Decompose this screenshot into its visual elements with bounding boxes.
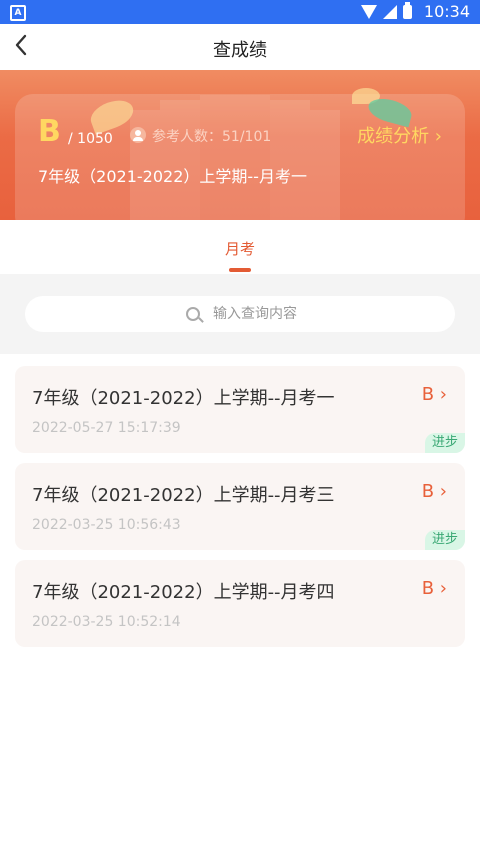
exam-grade[interactable]: B › bbox=[422, 481, 447, 502]
score-summary-banner: B / 1050 参考人数：51/101 成绩分析 › 7年级（2021-202… bbox=[0, 70, 480, 220]
exam-list-item[interactable]: 7年级（2021-2022）上学期--月考三 2022-03-25 10:56:… bbox=[15, 463, 465, 550]
exam-name: 7年级（2021-2022）上学期--月考一 bbox=[32, 388, 335, 409]
exam-name: 7年级（2021-2022）上学期--月考三 bbox=[32, 485, 335, 506]
active-tab-indicator bbox=[229, 268, 251, 272]
participants-count: 参考人数：51/101 bbox=[152, 129, 272, 145]
exam-date: 2022-03-25 10:52:14 bbox=[32, 614, 181, 630]
progress-badge: 进步 bbox=[425, 530, 465, 550]
title-bar: 查成绩 bbox=[0, 24, 480, 71]
tab-monthly-exam[interactable]: 月考 bbox=[0, 238, 480, 259]
current-exam-name: 7年级（2021-2022）上学期--月考一 bbox=[38, 167, 307, 186]
status-bar: A 10:34 bbox=[0, 0, 480, 24]
exam-list-item[interactable]: 7年级（2021-2022）上学期--月考四 2022-03-25 10:52:… bbox=[15, 560, 465, 647]
exam-grade[interactable]: B › bbox=[422, 578, 447, 599]
wifi-icon bbox=[361, 5, 377, 19]
exam-list-item[interactable]: 7年级（2021-2022）上学期--月考一 2022-05-27 15:17:… bbox=[15, 366, 465, 453]
search-icon bbox=[186, 307, 200, 321]
exam-date: 2022-05-27 15:17:39 bbox=[32, 420, 181, 436]
progress-badge: 进步 bbox=[425, 433, 465, 453]
search-input[interactable] bbox=[213, 304, 433, 324]
search-section bbox=[0, 274, 480, 354]
status-time: 10:34 bbox=[423, 2, 470, 21]
exam-list: 7年级（2021-2022）上学期--月考一 2022-05-27 15:17:… bbox=[0, 354, 480, 853]
total-score: / 1050 bbox=[68, 131, 113, 147]
open-book-illustration bbox=[110, 80, 360, 220]
search-box[interactable] bbox=[25, 296, 455, 332]
signal-icon bbox=[383, 5, 397, 19]
battery-icon bbox=[403, 2, 412, 19]
overall-grade: B bbox=[38, 114, 61, 149]
exam-name: 7年级（2021-2022）上学期--月考四 bbox=[32, 582, 335, 603]
score-analysis-link[interactable]: 成绩分析 › bbox=[357, 122, 442, 148]
exam-type-tabs: 月考 bbox=[0, 220, 480, 274]
person-icon bbox=[130, 127, 146, 143]
exam-grade[interactable]: B › bbox=[422, 384, 447, 405]
app-icon: A bbox=[10, 5, 26, 21]
status-icons bbox=[361, 2, 412, 20]
page-title: 查成绩 bbox=[213, 40, 267, 61]
exam-date: 2022-03-25 10:56:43 bbox=[32, 517, 181, 533]
